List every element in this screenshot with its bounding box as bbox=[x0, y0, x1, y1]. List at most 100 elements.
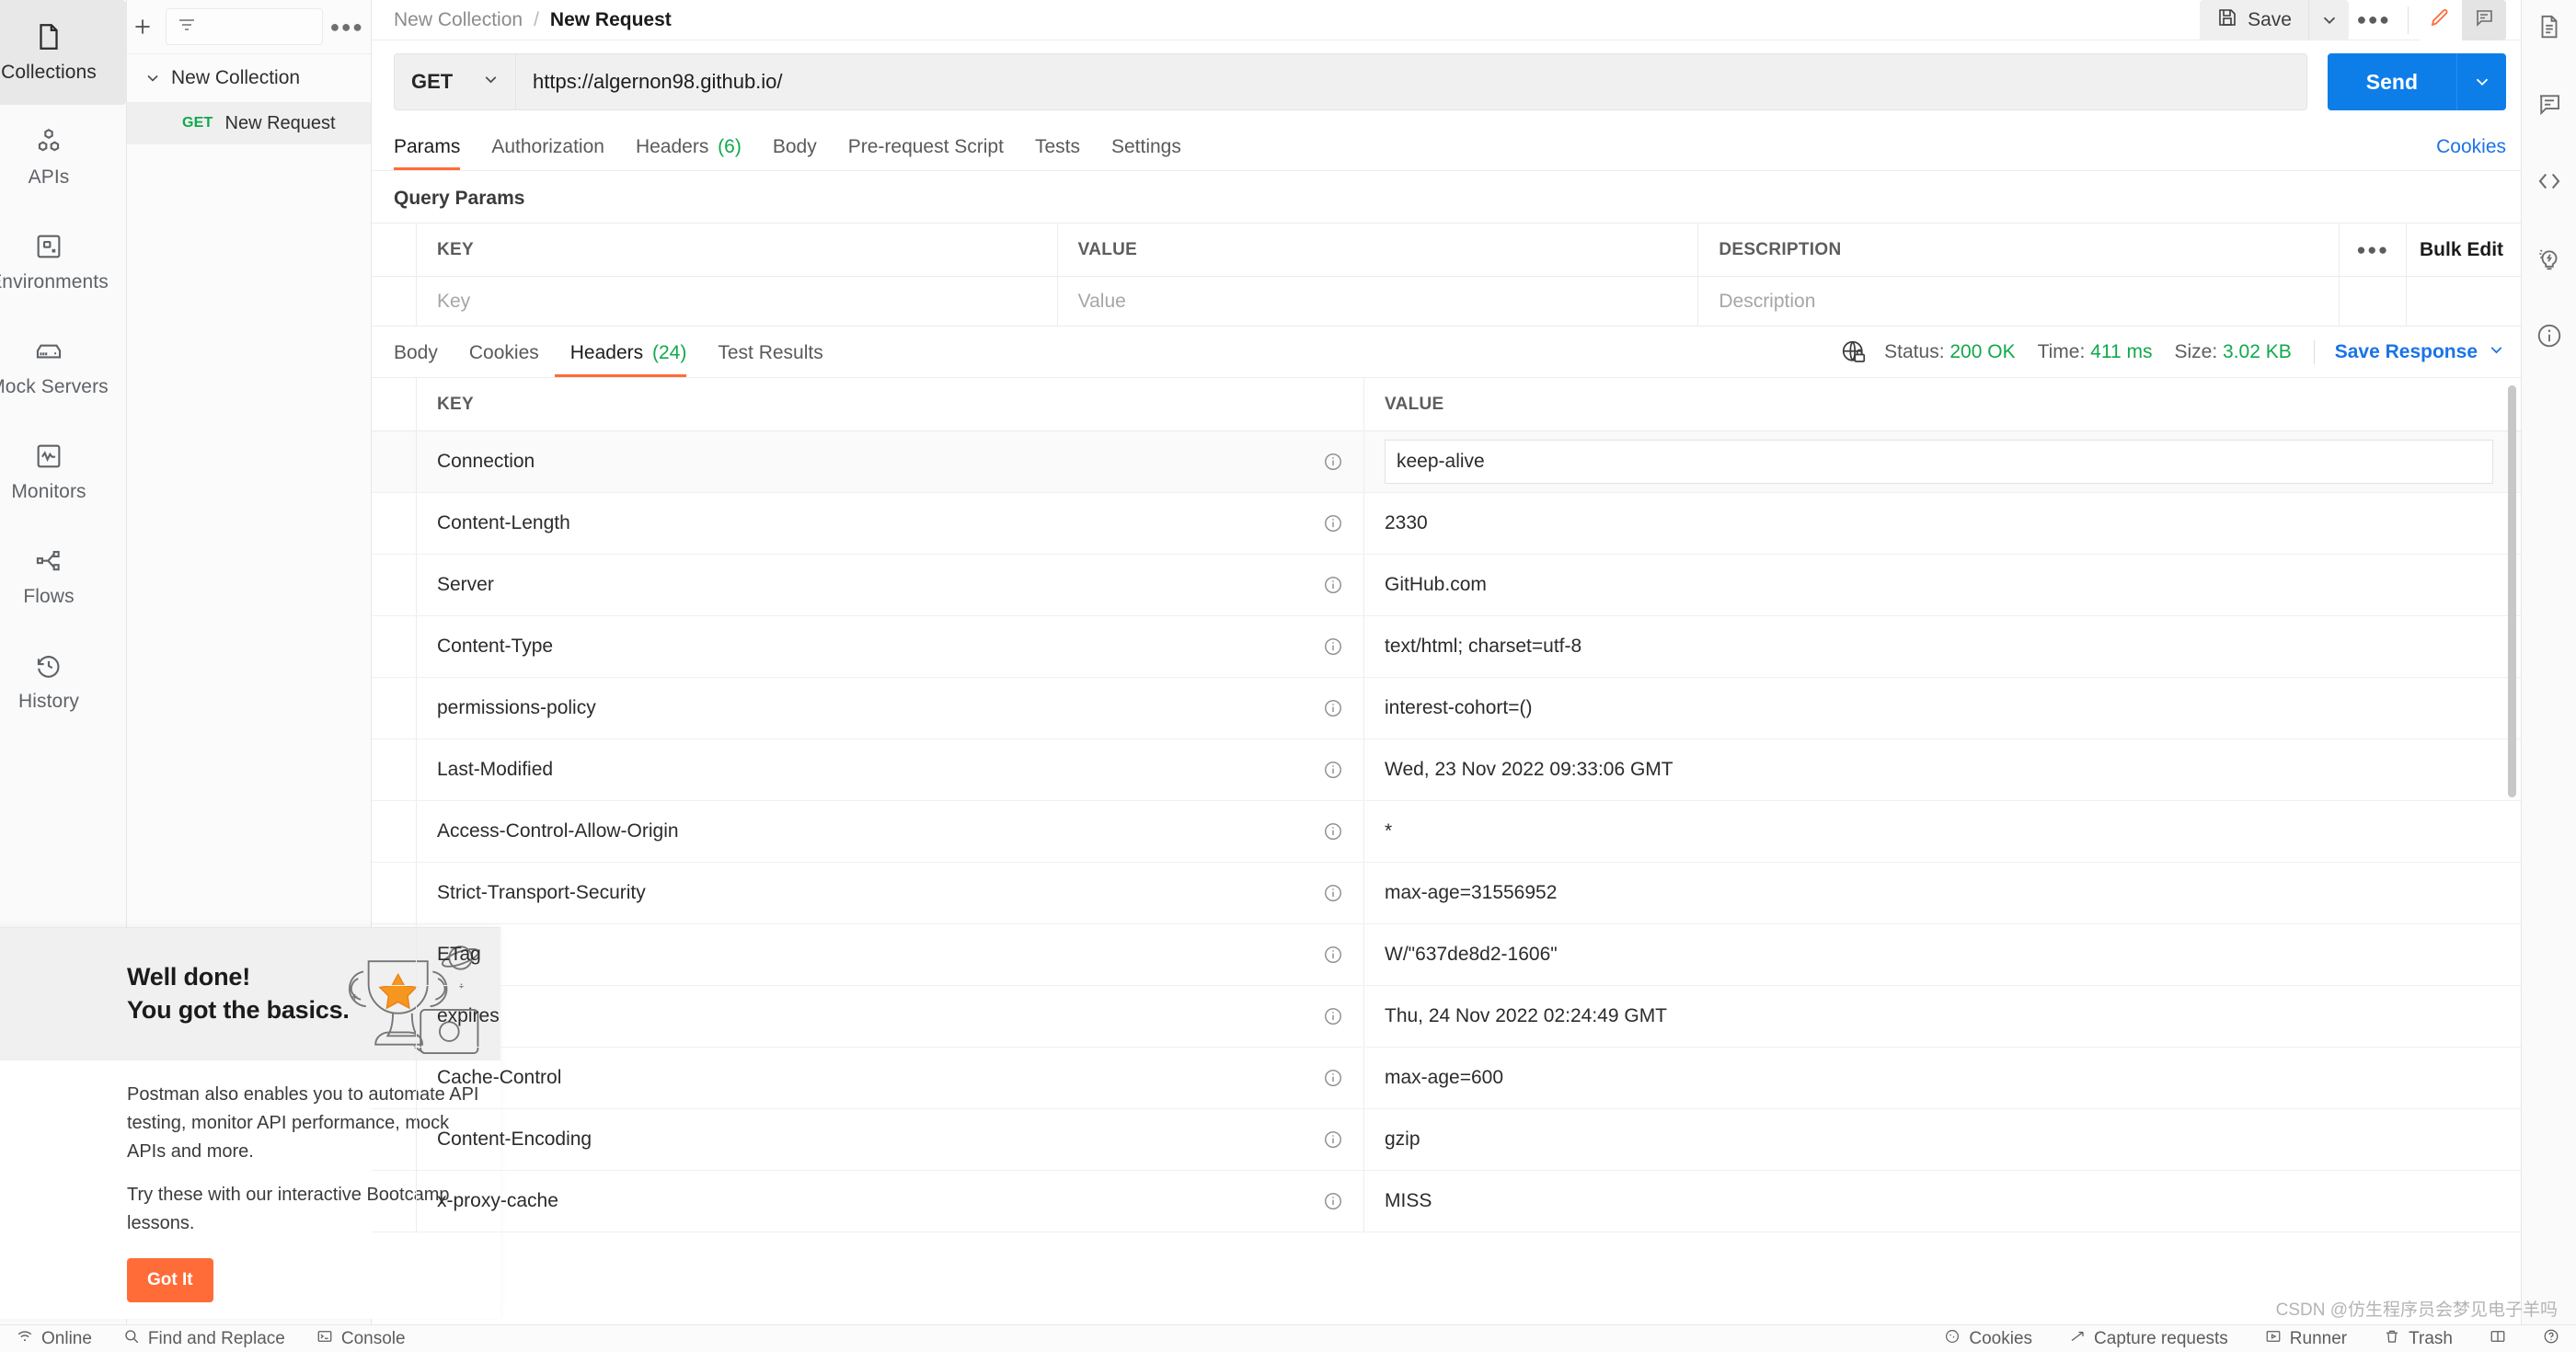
query-params-more-button[interactable]: ●●● bbox=[2340, 223, 2408, 276]
info-circle-icon[interactable] bbox=[1323, 698, 1343, 718]
table-row: Strict-Transport-Security max-age=315569… bbox=[372, 863, 2521, 924]
header-key: expires bbox=[437, 1005, 500, 1026]
status-label: Trash bbox=[2409, 1328, 2453, 1348]
monitors-icon bbox=[33, 441, 64, 472]
tab-label: Headers bbox=[635, 136, 709, 157]
status-cookies[interactable]: Cookies bbox=[1944, 1328, 2032, 1350]
code-icon[interactable] bbox=[2536, 167, 2563, 195]
lightbulb-icon[interactable] bbox=[2536, 245, 2563, 272]
runner-icon bbox=[2265, 1328, 2282, 1350]
info-circle-icon[interactable] bbox=[1323, 513, 1343, 533]
collection-item[interactable]: New Collection bbox=[127, 54, 371, 102]
request-more-button[interactable]: ●●● bbox=[2349, 0, 2398, 40]
sidebar-item-label: APIs bbox=[28, 166, 70, 188]
tab-headers[interactable]: Headers (6) bbox=[620, 136, 757, 170]
response-tab-cookies[interactable]: Cookies bbox=[454, 342, 555, 377]
tab-settings[interactable]: Settings bbox=[1096, 136, 1197, 170]
info-circle-icon[interactable] bbox=[1323, 760, 1343, 780]
filter-input[interactable] bbox=[166, 8, 323, 45]
header-key: x-proxy-cache bbox=[437, 1190, 558, 1211]
flows-icon bbox=[33, 545, 64, 577]
info-circle-icon[interactable] bbox=[1323, 636, 1343, 657]
comment-icon[interactable] bbox=[2536, 90, 2563, 118]
sidebar-item-history[interactable]: History bbox=[0, 629, 127, 734]
status-label: Find and Replace bbox=[147, 1328, 285, 1348]
sidebar-more-button[interactable]: ●●● bbox=[329, 11, 363, 42]
url-input[interactable]: https://algernon98.github.io/ bbox=[515, 53, 2307, 110]
bulk-edit-button[interactable]: Bulk Edit bbox=[2407, 223, 2521, 276]
sidebar-item-monitors[interactable]: Monitors bbox=[0, 419, 127, 524]
table-row: Content-Type text/html; charset=utf-8 bbox=[372, 616, 2521, 678]
sidebar-item-collections[interactable]: Collections bbox=[0, 0, 127, 105]
info-circle-icon[interactable] bbox=[1323, 1129, 1343, 1150]
sidebar-item-flows[interactable]: Flows bbox=[0, 524, 127, 629]
table-row: Connection keep-alive bbox=[372, 431, 2521, 493]
tab-label: Headers bbox=[569, 342, 644, 363]
status-label: Runner bbox=[2289, 1328, 2348, 1348]
tab-authorization[interactable]: Authorization bbox=[476, 136, 620, 170]
request-item[interactable]: GET New Request bbox=[127, 102, 371, 144]
sidebar-item-environments[interactable]: Environments bbox=[0, 210, 127, 315]
breadcrumb-request[interactable]: New Request bbox=[550, 9, 672, 31]
status-layout[interactable] bbox=[2490, 1328, 2506, 1350]
status-trash[interactable]: Trash bbox=[2384, 1328, 2453, 1350]
tab-pre-request-script[interactable]: Pre-request Script bbox=[833, 136, 1019, 170]
info-circle-icon[interactable] bbox=[1323, 1006, 1343, 1026]
status-bar-left: Online Find and Replace Console bbox=[0, 1328, 406, 1350]
new-item-button[interactable] bbox=[127, 11, 158, 42]
comment-button[interactable] bbox=[2462, 0, 2506, 40]
status-find-and-replace[interactable]: Find and Replace bbox=[123, 1328, 285, 1350]
status-help[interactable] bbox=[2543, 1328, 2559, 1350]
chevron-down-icon bbox=[2487, 340, 2506, 365]
info-circle-icon[interactable] bbox=[1323, 575, 1343, 595]
header-value: interest-cohort=() bbox=[1385, 697, 1533, 718]
tab-label: Tests bbox=[1034, 136, 1080, 157]
tab-tests[interactable]: Tests bbox=[1019, 136, 1096, 170]
save-response-button[interactable]: Save Response bbox=[2335, 340, 2506, 365]
response-scrollbar[interactable] bbox=[2508, 385, 2516, 797]
got-it-button[interactable]: Got It bbox=[127, 1258, 213, 1302]
sidebar-item-label: Environments bbox=[0, 271, 109, 292]
header-value: GitHub.com bbox=[1385, 574, 1487, 595]
sidebar-item-label: Monitors bbox=[11, 481, 86, 502]
cookies-link[interactable]: Cookies bbox=[2436, 136, 2506, 170]
sidebar-item-apis[interactable]: APIs bbox=[0, 105, 127, 210]
info-circle-icon[interactable] bbox=[2536, 322, 2563, 349]
status-console[interactable]: Console bbox=[316, 1328, 406, 1350]
status-capture-requests[interactable]: Capture requests bbox=[2069, 1328, 2228, 1350]
tab-params[interactable]: Params bbox=[394, 136, 476, 170]
header-key: Server bbox=[437, 574, 494, 595]
status-runner[interactable]: Runner bbox=[2265, 1328, 2347, 1350]
time-label: Time: bbox=[2037, 341, 2086, 362]
row-checkbox-cell[interactable] bbox=[372, 277, 417, 326]
info-circle-icon[interactable] bbox=[1323, 1068, 1343, 1088]
http-method-select[interactable]: GET bbox=[394, 53, 515, 110]
send-group: Send bbox=[2327, 53, 2506, 110]
collection-name: New Collection bbox=[171, 67, 301, 88]
info-circle-icon[interactable] bbox=[1323, 883, 1343, 903]
pencil-icon bbox=[2429, 6, 2451, 33]
header-value-field[interactable]: keep-alive bbox=[1385, 440, 2493, 484]
info-circle-icon[interactable] bbox=[1323, 821, 1343, 842]
edit-button[interactable] bbox=[2418, 0, 2462, 40]
documentation-icon[interactable] bbox=[2536, 13, 2563, 40]
response-tab-body[interactable]: Body bbox=[394, 342, 454, 377]
history-icon bbox=[33, 650, 64, 682]
breadcrumb-collection[interactable]: New Collection bbox=[394, 9, 523, 31]
info-circle-icon[interactable] bbox=[1323, 452, 1343, 472]
trash-icon bbox=[2384, 1328, 2400, 1350]
status-online[interactable]: Online bbox=[17, 1328, 92, 1350]
save-button[interactable]: Save bbox=[2200, 0, 2308, 40]
tab-count: (6) bbox=[718, 136, 742, 157]
info-circle-icon[interactable] bbox=[1323, 945, 1343, 965]
sidebar-item-mock-servers[interactable]: Mock Servers bbox=[0, 315, 127, 419]
response-tab-test-results[interactable]: Test Results bbox=[702, 342, 838, 377]
send-dropdown-button[interactable] bbox=[2456, 53, 2506, 110]
response-tab-headers[interactable]: Headers (24) bbox=[554, 342, 703, 377]
info-circle-icon[interactable] bbox=[1323, 1191, 1343, 1211]
capture-icon bbox=[2069, 1328, 2086, 1350]
row-spacer-bulk bbox=[2407, 277, 2521, 326]
save-dropdown-button[interactable] bbox=[2308, 0, 2349, 40]
send-button[interactable]: Send bbox=[2327, 53, 2456, 110]
tab-body[interactable]: Body bbox=[757, 136, 833, 170]
